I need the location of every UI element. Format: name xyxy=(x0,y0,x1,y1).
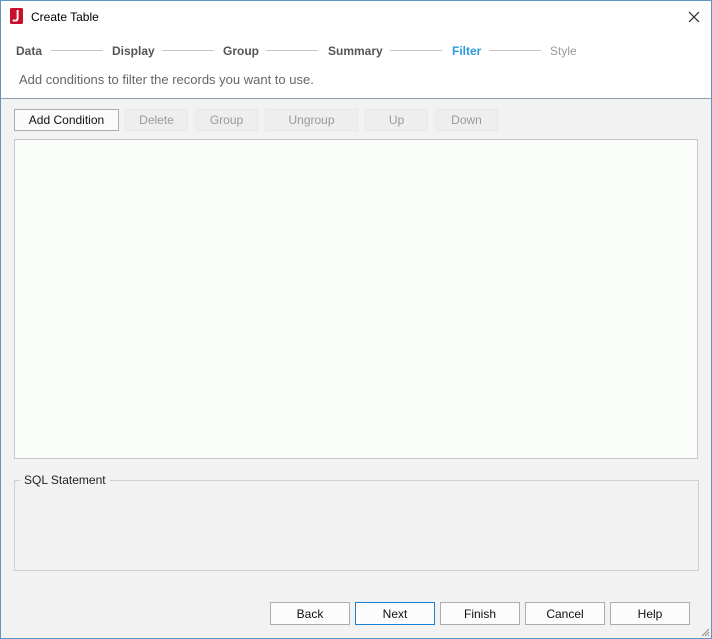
step-summary[interactable]: Summary xyxy=(328,44,383,58)
cancel-button[interactable]: Cancel xyxy=(525,602,605,625)
step-filter[interactable]: Filter xyxy=(452,44,481,58)
resize-grip-icon[interactable] xyxy=(699,626,710,637)
down-button[interactable]: Down xyxy=(435,109,498,131)
window-title: Create Table xyxy=(31,10,99,24)
group-button[interactable]: Group xyxy=(195,109,258,131)
close-button[interactable] xyxy=(677,1,711,32)
ungroup-button[interactable]: Ungroup xyxy=(265,109,358,131)
sql-statement-label: SQL Statement xyxy=(20,473,110,487)
step-connector xyxy=(489,50,541,51)
app-logo-icon xyxy=(10,8,23,24)
next-button[interactable]: Next xyxy=(355,602,435,625)
finish-button[interactable]: Finish xyxy=(440,602,520,625)
step-hint: Add conditions to filter the records you… xyxy=(19,72,314,87)
delete-button[interactable]: Delete xyxy=(125,109,188,131)
sql-statement-group: SQL Statement xyxy=(14,473,699,571)
step-connector xyxy=(266,50,318,51)
step-connector xyxy=(390,50,442,51)
filter-content: Add Condition Delete Group Ungroup Up Do… xyxy=(1,99,711,638)
step-data[interactable]: Data xyxy=(16,44,42,58)
step-display[interactable]: Display xyxy=(112,44,155,58)
step-group[interactable]: Group xyxy=(223,44,259,58)
conditions-panel[interactable] xyxy=(14,139,698,459)
add-condition-button[interactable]: Add Condition xyxy=(14,109,119,131)
step-connector xyxy=(51,50,103,51)
close-icon xyxy=(688,11,700,22)
title-bar[interactable]: Create Table xyxy=(1,1,711,32)
sql-statement-text xyxy=(23,491,690,564)
help-button[interactable]: Help xyxy=(610,602,690,625)
create-table-dialog: Create Table Data Display Group Summary … xyxy=(0,0,712,639)
wizard-header: Data Display Group Summary Filter Style … xyxy=(1,32,711,99)
back-button[interactable]: Back xyxy=(270,602,350,625)
up-button[interactable]: Up xyxy=(365,109,428,131)
step-style[interactable]: Style xyxy=(550,44,577,58)
step-connector xyxy=(162,50,214,51)
